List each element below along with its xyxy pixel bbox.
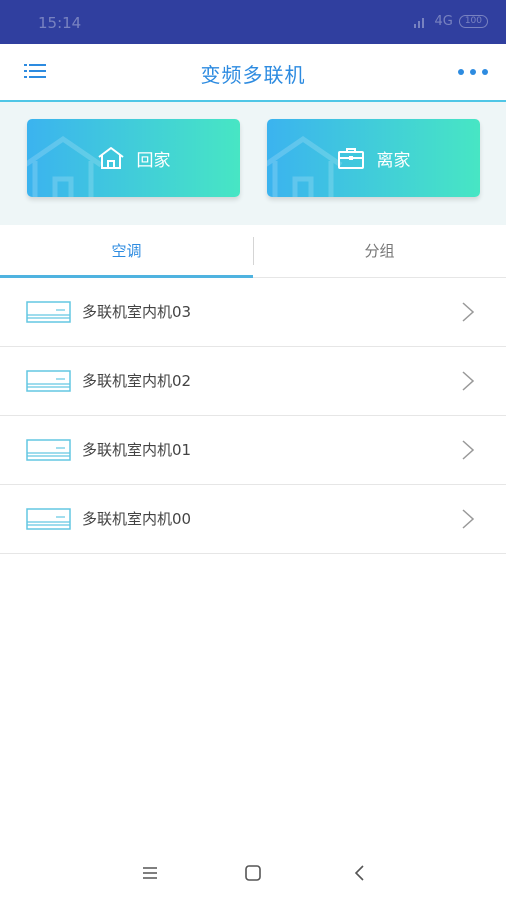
- list-item[interactable]: 多联机室内机01: [0, 416, 506, 485]
- tab-air-conditioner[interactable]: 空调: [0, 225, 253, 277]
- app-header: 变频多联机: [0, 44, 506, 102]
- system-nav-bar: [0, 846, 506, 900]
- tab-group[interactable]: 分组: [253, 225, 506, 277]
- briefcase-icon: [337, 148, 364, 169]
- device-name: 多联机室内机03: [82, 303, 192, 321]
- list-item[interactable]: 多联机室内机03: [0, 278, 506, 347]
- chevron-right-icon: [462, 371, 474, 391]
- house-icon: [97, 147, 124, 169]
- device-list: 多联机室内机03 多联机室内机02 多联机室内机01 多联机室内机00: [0, 278, 506, 554]
- away-mode-label: 离家: [376, 150, 411, 171]
- away-mode-button[interactable]: 离家: [267, 119, 480, 197]
- status-indicators: 4G 100: [414, 14, 488, 29]
- air-conditioner-icon: [26, 439, 71, 461]
- mode-panel: 回家 离家: [0, 102, 506, 225]
- recent-apps-icon[interactable]: [140, 864, 160, 882]
- page-title: 变频多联机: [200, 63, 306, 87]
- chevron-right-icon: [462, 509, 474, 529]
- air-conditioner-icon: [26, 370, 71, 392]
- device-name: 多联机室内机01: [82, 441, 192, 459]
- battery-icon: 100: [458, 15, 488, 28]
- home-mode-button[interactable]: 回家: [27, 119, 240, 197]
- signal-icon: [414, 16, 428, 28]
- air-conditioner-icon: [26, 301, 71, 323]
- list-item[interactable]: 多联机室内机02: [0, 347, 506, 416]
- device-name: 多联机室内机02: [82, 372, 192, 390]
- back-nav-icon[interactable]: [350, 864, 370, 882]
- status-bar: 15:14 4G 100: [0, 0, 506, 44]
- device-name: 多联机室内机00: [82, 510, 192, 528]
- tab-divider: [253, 237, 254, 265]
- chevron-right-icon: [462, 302, 474, 322]
- more-dots-icon[interactable]: [458, 69, 488, 75]
- tab-bar: 空调 分组: [0, 225, 506, 278]
- home-nav-icon[interactable]: [243, 864, 263, 882]
- status-time: 15:14: [38, 14, 82, 32]
- air-conditioner-icon: [26, 508, 71, 530]
- network-type: 4G: [434, 14, 453, 29]
- chevron-right-icon: [462, 440, 474, 460]
- home-mode-label: 回家: [136, 150, 171, 171]
- list-item[interactable]: 多联机室内机00: [0, 485, 506, 554]
